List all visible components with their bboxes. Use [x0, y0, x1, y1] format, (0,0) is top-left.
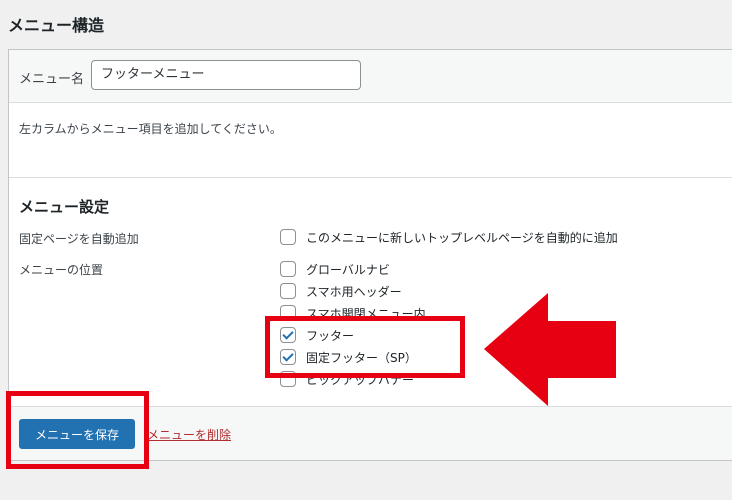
menu-name-row: メニュー名 フッターメニュー — [9, 50, 732, 103]
auto-add-option[interactable]: このメニューに新しいトップレベルページを自動的に追加 — [280, 228, 618, 246]
auto-add-option-label: このメニューに新しいトップレベルページを自動的に追加 — [306, 230, 618, 245]
location-option-label: 固定フッター（SP） — [306, 350, 417, 365]
location-option-label: グローバルナビ — [306, 262, 390, 277]
menu-location-label: メニューの位置 — [19, 263, 104, 277]
pointer-arrow-icon — [484, 293, 616, 406]
location-checkbox[interactable] — [280, 371, 296, 387]
location-option-sp-header[interactable]: スマホ用ヘッダー — [280, 282, 402, 300]
location-checkbox-checked[interactable] — [280, 327, 296, 343]
location-option-footer[interactable]: フッター — [280, 326, 354, 344]
location-checkbox[interactable] — [280, 305, 296, 321]
location-option-label: スマホ開閉メニュー内 — [306, 306, 426, 321]
auto-add-checkbox[interactable] — [280, 229, 296, 245]
save-menu-button[interactable]: メニューを保存 — [19, 419, 135, 449]
location-option-label: ピックアップバナー — [306, 372, 415, 387]
location-option-global-nav[interactable]: グローバルナビ — [280, 260, 390, 278]
menu-editor-panel: メニュー名 フッターメニュー 左カラムからメニュー項目を追加してください。 メニ… — [8, 49, 732, 461]
location-checkbox[interactable] — [280, 283, 296, 299]
delete-menu-link[interactable]: メニューを削除 — [147, 426, 231, 443]
location-option-label: スマホ用ヘッダー — [306, 284, 402, 299]
instruction-text: 左カラムからメニュー項目を追加してください。 — [19, 122, 282, 136]
auto-add-label: 固定ページを自動追加 — [19, 232, 139, 246]
location-option-sp-drawer[interactable]: スマホ開閉メニュー内 — [280, 304, 426, 322]
page-title: メニュー構造 — [8, 16, 105, 35]
menu-actions-bar: メニューを保存 メニューを削除 — [9, 406, 732, 460]
location-checkbox-checked[interactable] — [280, 349, 296, 365]
location-option-fixed-footer-sp[interactable]: 固定フッター（SP） — [280, 348, 417, 366]
menu-name-label: メニュー名 — [19, 72, 85, 87]
divider — [9, 177, 732, 178]
location-option-label: フッター — [306, 328, 355, 343]
menu-name-input[interactable]: フッターメニュー — [91, 60, 361, 90]
menu-settings-title: メニュー設定 — [19, 198, 110, 216]
location-option-pickup-banner[interactable]: ピックアップバナー — [280, 370, 414, 388]
location-checkbox[interactable] — [280, 261, 296, 277]
